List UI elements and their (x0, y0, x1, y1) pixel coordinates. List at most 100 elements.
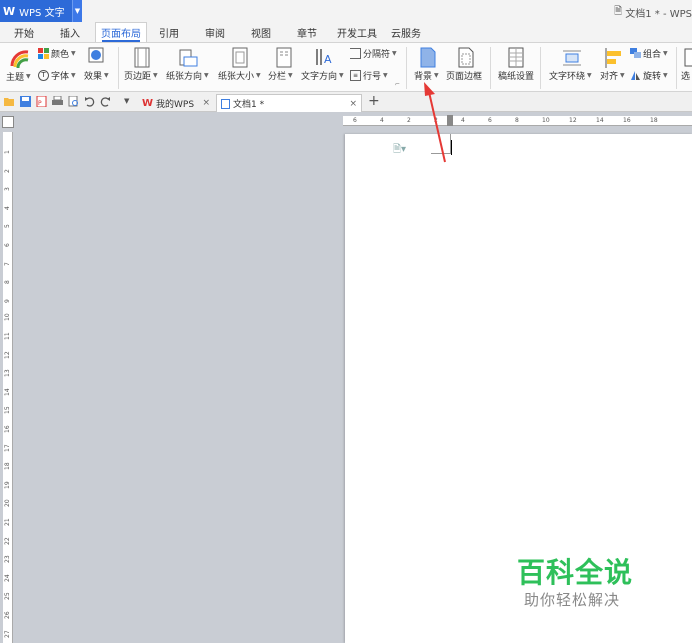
ruler-h-label: 4 (380, 117, 384, 124)
tab-review[interactable]: 审阅 (198, 22, 232, 42)
tab-insert[interactable]: 插入 (50, 22, 90, 42)
grid-paper-icon (508, 47, 524, 68)
ruler-h-label: 6 (488, 117, 492, 124)
tab-chapter[interactable]: 章节 (290, 22, 324, 42)
menu-bar: 开始 插入 页面布局 引用 审阅 视图 章节 开发工具 云服务 (0, 22, 692, 42)
effects-label: 效果 (84, 72, 103, 82)
ruler-h-label: 12 (569, 117, 577, 124)
document-icon (221, 98, 230, 109)
ruler-v-label: 15 (4, 406, 11, 415)
fonts-label: 字体 (51, 72, 70, 82)
tab-references[interactable]: 引用 (152, 22, 186, 42)
close-icon[interactable]: × (202, 98, 210, 108)
colors-label: 颜色 (51, 50, 70, 60)
app-name: WPS 文字 (19, 7, 65, 19)
title-bar: W WPS 文字 ▼ 🗎 文档1 * - WPS (0, 0, 692, 22)
open-folder-icon[interactable] (4, 96, 15, 107)
selection-pane-button[interactable]: 选 (681, 69, 690, 82)
fonts-button[interactable]: T 字体 ▼ (38, 69, 76, 82)
ribbon-divider (540, 47, 541, 89)
document-icon: 🗎 (614, 6, 623, 17)
ruler-v-label: 23 (4, 555, 11, 564)
chevron-down-icon[interactable]: ▼ (72, 0, 82, 22)
ruler-v-label: 4 (4, 205, 11, 210)
save-icon[interactable] (20, 96, 31, 107)
colors-button[interactable]: 颜色 ▼ (38, 47, 76, 60)
print-icon[interactable] (52, 96, 63, 107)
tab-my-wps[interactable]: W 我的WPS × (138, 94, 214, 112)
wps-logo-icon: W (3, 4, 16, 18)
font-icon: T (38, 70, 49, 81)
page-border-label: 页面边框 (446, 72, 483, 82)
wps-logo-icon: W (142, 97, 154, 109)
columns-button[interactable]: 分栏 ▼ (268, 69, 293, 82)
theme-label: 主题 (6, 73, 25, 83)
ruler-v-label: 27 (4, 629, 11, 638)
paper-size-icon (232, 47, 248, 68)
watermark-title: 百科全说 (517, 556, 634, 589)
margins-button[interactable]: 页边距 ▼ (124, 69, 158, 82)
new-tab-plus-icon[interactable]: + (368, 93, 380, 109)
wrap-text-button[interactable]: 文字环绕 ▼ (549, 69, 592, 82)
quick-access-toolbar: P ▼ W 我的WPS × 文档1 * × + (0, 92, 692, 112)
tab-developer[interactable]: 开发工具 (334, 22, 380, 42)
customize-toolbar-dropdown-icon[interactable]: ▼ (124, 97, 129, 105)
ruler-v-label: 16 (4, 425, 11, 433)
ruler-v-label: 11 (4, 332, 11, 340)
paper-size-button[interactable]: 纸张大小 ▼ (218, 69, 261, 82)
page-border-button[interactable]: 页面边框 (446, 69, 482, 82)
redo-icon[interactable] (100, 96, 111, 107)
selection-pane-label: 选 (681, 72, 691, 82)
breaks-label: 分隔符 (363, 50, 391, 60)
ruler-v-label: 10 (4, 313, 11, 322)
breaks-button[interactable]: 分隔符 ▼ (350, 47, 397, 60)
undo-icon[interactable] (84, 96, 95, 107)
line-numbers-button[interactable]: ≡ 行号 ▼ (350, 69, 388, 82)
horizontal-ruler[interactable]: 64224681012141618 (343, 115, 692, 126)
orientation-button[interactable]: 纸张方向 ▼ (166, 69, 209, 82)
ruler-v-label: 2 (4, 168, 11, 173)
text-direction-button[interactable]: 文字方向 ▼ (301, 69, 344, 82)
ruler-v-label: 18 (4, 462, 11, 471)
tab-cloud-services[interactable]: 云服务 (386, 22, 426, 42)
ruler-v-label: 22 (4, 536, 11, 545)
tab-view[interactable]: 视图 (244, 22, 278, 42)
print-preview-icon[interactable] (68, 96, 79, 107)
wrap-text-icon (563, 50, 581, 66)
ruler-v-label: 14 (4, 388, 11, 396)
ruler-v-label: 7 (4, 261, 11, 266)
background-icon (420, 47, 436, 68)
ribbon-toolbar: 主题 ▼ 颜色 ▼ T 字体 ▼ 效果 ▼ 页边距 ▼ 纸张方向 ▼ 纸张大小 ▼ 分栏 ▼ A… (0, 42, 692, 92)
ruler-h-label: 2 (407, 117, 411, 124)
text-cursor (451, 140, 452, 155)
effects-button[interactable]: 效果 ▼ (84, 69, 109, 82)
ruler-v-label: 8 (4, 280, 11, 285)
ruler-v-label: 6 (4, 243, 11, 247)
columns-label: 分栏 (268, 72, 287, 82)
ruler-v-label: 21 (4, 518, 11, 526)
paste-options-icon[interactable]: 🗎▾ (393, 142, 406, 159)
ruler-v-label: 25 (4, 592, 11, 601)
group-button[interactable]: 组合 ▼ (630, 47, 668, 60)
grid-paper-button[interactable]: 稿纸设置 (498, 69, 534, 82)
tab-home[interactable]: 开始 (4, 22, 44, 42)
tab-page-layout[interactable]: 页面布局 (95, 22, 147, 42)
ruler-v-label: 12 (4, 350, 11, 359)
close-icon[interactable]: × (349, 99, 357, 109)
tab-document1[interactable]: 文档1 * × (216, 94, 362, 112)
margins-label: 页边距 (124, 72, 152, 82)
ribbon-divider (676, 47, 677, 89)
ruler-v-label: 9 (4, 298, 11, 303)
page-setup-dialog-launcher[interactable]: ⌐ (395, 81, 400, 88)
breaks-icon (350, 48, 361, 59)
rotate-button[interactable]: 旋转 ▼ (630, 69, 668, 82)
export-pdf-icon[interactable]: P (36, 96, 47, 107)
tab-my-wps-label: 我的WPS (156, 99, 195, 110)
align-button[interactable]: 对齐 ▼ (600, 69, 625, 82)
svg-text:A: A (324, 53, 332, 66)
ruler-h-label: 4 (461, 117, 465, 124)
ruler-v-label: 19 (4, 481, 11, 489)
vertical-ruler[interactable]: 1 2 3 4 5 6 7 8 9 10 11 12 13 14 15 16 17 18 19 20 21 22 23 24 2… (3, 132, 13, 643)
app-menu-button[interactable]: W WPS 文字 ▼ (0, 0, 82, 22)
ruler-toggle[interactable] (2, 116, 14, 128)
